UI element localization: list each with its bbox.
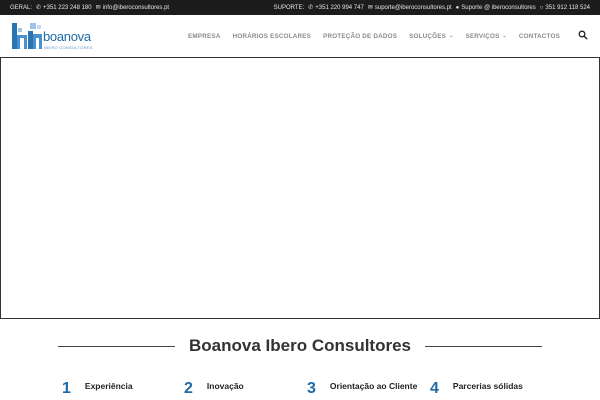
feature-item: 3 Orientação ao Cliente [307,378,417,400]
feature-label: Inovação [206,381,244,391]
phone-icon: ✆ [308,5,314,11]
nav-label: SERVIÇOS [465,32,500,40]
feature-item: 2 Inovação [184,378,244,400]
top-contact-bar: GERAL: ✆ +351 223 248 180 ✉ info@iberoco… [0,0,600,15]
general-phone: +351 223 248 180 [43,4,92,11]
general-email-link[interactable]: ✉ info@iberoconsultores.pt [95,4,170,12]
feature-number: 2 [184,380,193,397]
feature-number: 4 [430,380,439,397]
envelope-icon: ✉ [95,5,101,11]
general-phone-link[interactable]: ✆ +351 223 248 180 [36,4,92,12]
nav-label: CONTACTOS [518,32,560,40]
feature-label: Experiência [84,381,133,391]
nav-label: PROTEÇÃO DE DADOS [323,32,398,40]
nav-item-contactos[interactable]: CONTACTOS [513,33,566,40]
nav-label: EMPRESA [188,32,221,40]
feature-label: Parcerias sólidas [452,381,523,391]
general-label: GERAL: [10,4,33,11]
nav-item-empresa[interactable]: EMPRESA [182,33,227,40]
logo-wordmark: boanova [43,29,91,44]
feature-item: 4 Parcerias sólidas [430,378,523,400]
nav-label: HORÁRIOS ESCOLARES [232,32,312,40]
main-navigation: EMPRESA HORÁRIOS ESCOLARES PROTEÇÃO DE D… [182,15,566,57]
nav-item-servicos[interactable]: SERVIÇOS ⌄ [459,33,512,40]
hero-banner [0,57,600,319]
chevron-down-icon: ⌄ [449,33,454,39]
general-email: info@iberoconsultores.pt [102,4,170,11]
whatsapp-icon: ○ [539,4,544,11]
site-logo[interactable]: boanova IBERO CONSULTORES [12,21,92,51]
nav-label: SOLUÇÕES [409,32,447,40]
nav-item-horarios-escolares[interactable]: HORÁRIOS ESCOLARES [227,33,317,40]
whatsapp-number: 351 912 118 524 [545,4,590,11]
site-header: boanova IBERO CONSULTORES EMPRESA HORÁRI… [0,15,600,57]
support-phone: +351 220 994 747 [315,4,364,11]
features-list: 1 Experiência 2 Inovação 3 Orientação ao… [0,378,600,400]
envelope-icon: ✉ [367,5,373,11]
feature-number: 3 [307,380,316,397]
support-contacts: SUPORTE: ✆ +351 220 994 747 ✉ suporte@ib… [273,4,590,12]
search-icon[interactable] [578,30,588,40]
skype-contact: Suporte @ iberoconsultores [461,4,536,11]
feature-item: 1 Experiência [62,378,133,400]
divider-left [58,345,176,347]
logo-mark-icon [12,23,42,49]
nav-item-protecao-de-dados[interactable]: PROTEÇÃO DE DADOS [317,33,403,40]
nav-item-solucoes[interactable]: SOLUÇÕES ⌄ [403,33,459,40]
skype-link[interactable]: ● Suporte @ iberoconsultores [456,5,536,11]
support-label: SUPORTE: [273,4,305,11]
section-heading: Boanova Ibero Consultores [58,336,543,356]
chevron-down-icon: ⌄ [502,33,507,39]
whatsapp-link[interactable]: ○ 351 912 118 524 [540,5,590,11]
skype-icon: ● [455,4,460,11]
divider-right [425,345,543,347]
logo-subtitle: IBERO CONSULTORES [44,45,93,50]
feature-number: 1 [62,380,71,397]
support-email: suporte@iberoconsultores.pt [374,4,452,11]
section-title: Boanova Ibero Consultores [189,336,411,355]
phone-icon: ✆ [36,5,42,11]
feature-label: Orientação ao Cliente [329,381,418,391]
general-contacts: GERAL: ✆ +351 223 248 180 ✉ info@iberoco… [10,4,170,12]
support-email-link[interactable]: ✉ suporte@iberoconsultores.pt [367,4,452,12]
support-phone-link[interactable]: ✆ +351 220 994 747 [308,4,364,12]
